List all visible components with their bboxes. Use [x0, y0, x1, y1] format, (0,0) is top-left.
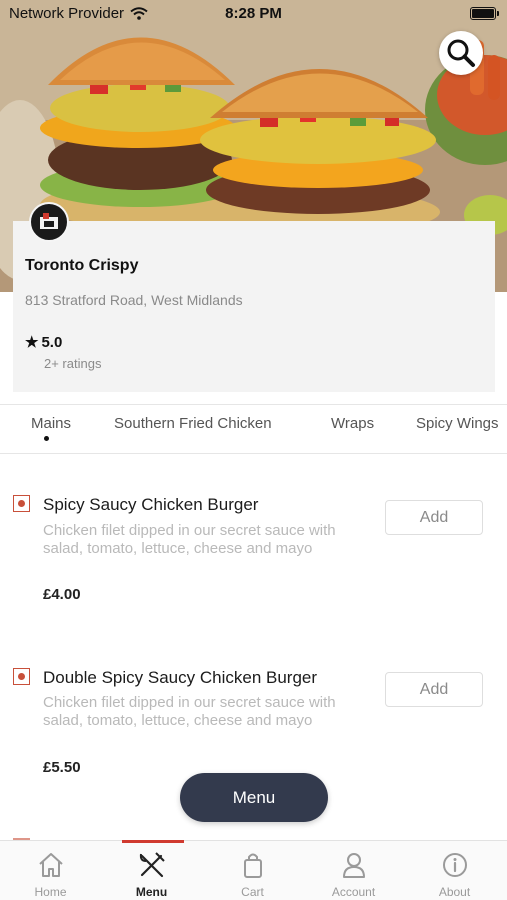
add-button[interactable]: Add — [385, 672, 483, 707]
home-icon — [39, 853, 63, 877]
shopping-bag-icon — [244, 853, 262, 878]
item-description: Chicken filet dipped in our secret sauce… — [43, 694, 336, 729]
info-icon — [443, 853, 467, 877]
category-tabs: Mains Southern Fried Chicken Wraps Spicy… — [0, 404, 507, 454]
star-icon: ★ — [25, 334, 39, 351]
nav-about-label: About — [438, 885, 471, 899]
item-price: £5.50 — [43, 759, 81, 776]
tab-southern-fried-chicken[interactable]: Southern Fried Chicken — [114, 415, 272, 432]
bottom-navigation: Home Menu Cart Account About — [0, 840, 507, 900]
nav-home-label: Home — [34, 885, 67, 899]
veg-marker-icon — [13, 495, 30, 512]
battery-icon — [470, 7, 499, 20]
item-name[interactable]: Double Spicy Saucy Chicken Burger — [43, 668, 317, 688]
item-price: £4.00 — [43, 586, 81, 603]
status-bar: Network Provider 8:28 PM — [0, 0, 507, 28]
status-time: 8:28 PM — [225, 5, 282, 22]
user-icon — [343, 853, 365, 878]
nav-cart-label: Cart — [241, 885, 264, 899]
floating-menu-button[interactable]: Menu — [180, 773, 328, 822]
nav-menu-label: Menu — [135, 885, 168, 899]
item-description: Chicken filet dipped in our secret sauce… — [43, 522, 336, 557]
item-name[interactable]: Spicy Saucy Chicken Burger — [43, 495, 258, 515]
ratings-count: 2+ ratings — [44, 356, 102, 371]
nav-about[interactable]: About — [404, 841, 505, 900]
fork-knife-icon — [139, 852, 165, 878]
search-icon — [447, 39, 475, 67]
nav-account-label: Account — [331, 885, 376, 899]
restaurant-logo-icon — [40, 213, 58, 229]
tab-spicy-wings[interactable]: Spicy Wings — [416, 415, 499, 432]
nav-menu[interactable]: Menu — [101, 841, 202, 900]
search-button[interactable] — [439, 31, 483, 75]
nav-cart[interactable]: Cart — [202, 841, 303, 900]
rating-value: ★ 5.0 — [25, 333, 63, 352]
active-nav-indicator — [122, 840, 184, 843]
tab-wraps[interactable]: Wraps — [331, 415, 374, 432]
nav-account[interactable]: Account — [303, 841, 404, 900]
restaurant-address: 813 Stratford Road, West Midlands — [25, 292, 243, 308]
add-button[interactable]: Add — [385, 500, 483, 535]
restaurant-name: Toronto Crispy — [25, 257, 139, 274]
nav-home[interactable]: Home — [0, 841, 101, 900]
restaurant-logo — [29, 202, 69, 242]
tab-mains[interactable]: Mains — [31, 415, 71, 432]
active-tab-indicator — [44, 436, 49, 441]
rating-number: 5.0 — [41, 333, 63, 351]
veg-marker-icon — [13, 668, 30, 685]
